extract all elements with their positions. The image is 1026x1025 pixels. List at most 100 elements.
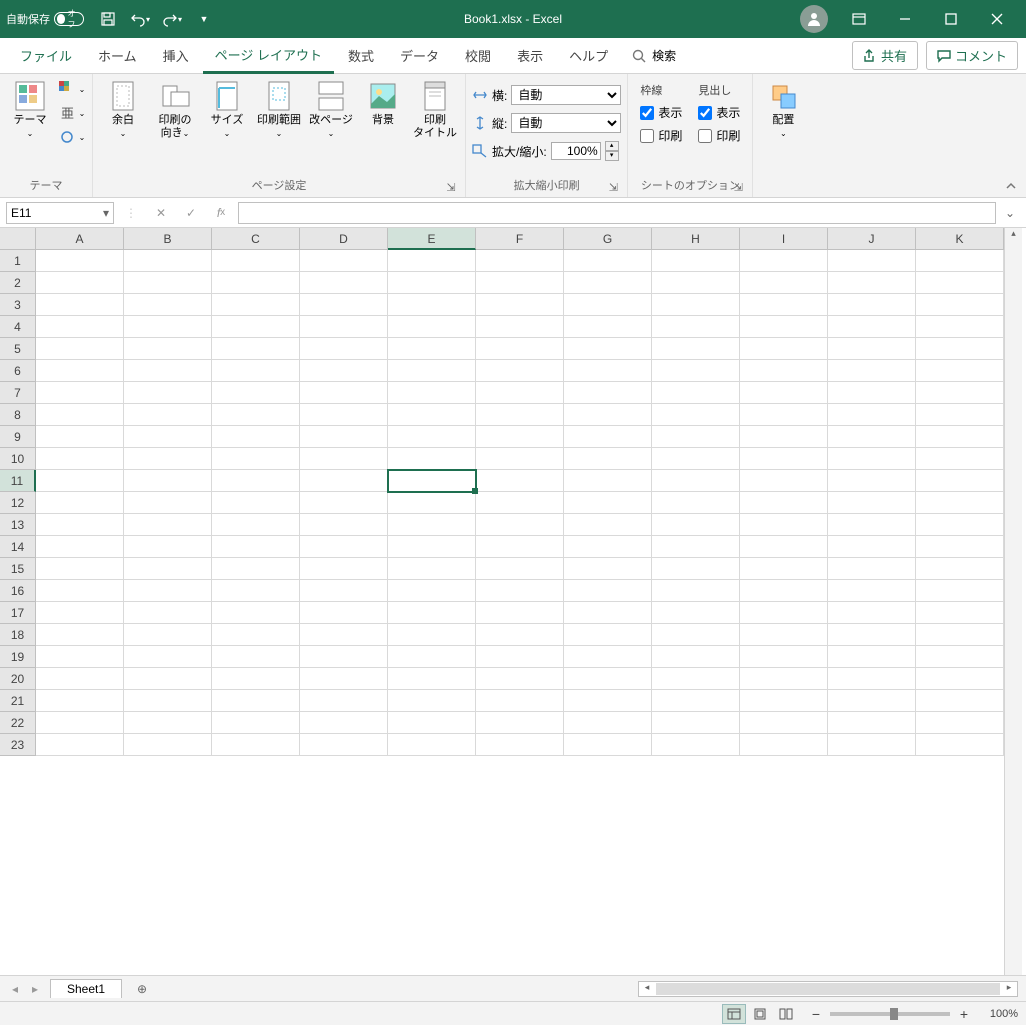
scale-input[interactable] — [551, 142, 601, 160]
cell[interactable] — [36, 250, 124, 272]
cell[interactable] — [476, 338, 564, 360]
cell[interactable] — [212, 404, 300, 426]
cell[interactable] — [212, 338, 300, 360]
cell[interactable] — [916, 382, 1004, 404]
cell[interactable] — [124, 690, 212, 712]
cell[interactable] — [740, 404, 828, 426]
gridlines-print-checkbox[interactable]: 印刷 — [640, 127, 682, 144]
cell[interactable] — [36, 382, 124, 404]
cell[interactable] — [212, 470, 300, 492]
cell[interactable] — [564, 602, 652, 624]
cell[interactable] — [828, 602, 916, 624]
cell[interactable] — [740, 514, 828, 536]
cell[interactable] — [124, 272, 212, 294]
cell[interactable] — [388, 690, 476, 712]
cell[interactable] — [916, 734, 1004, 756]
cell[interactable] — [388, 448, 476, 470]
cell[interactable] — [212, 602, 300, 624]
cell[interactable] — [300, 712, 388, 734]
cell[interactable] — [388, 338, 476, 360]
cell[interactable] — [652, 536, 740, 558]
row-header[interactable]: 2 — [0, 272, 36, 294]
cell[interactable] — [564, 448, 652, 470]
tab-formulas[interactable]: 数式 — [336, 38, 386, 74]
cell[interactable] — [476, 272, 564, 294]
breaks-button[interactable]: 改ページ⌄ — [307, 78, 355, 142]
cell[interactable] — [388, 272, 476, 294]
cell[interactable] — [564, 712, 652, 734]
cell[interactable] — [564, 668, 652, 690]
hscroll-right[interactable]: ▸ — [1001, 982, 1017, 996]
cell[interactable] — [828, 338, 916, 360]
cell[interactable] — [476, 382, 564, 404]
maximize-button[interactable] — [928, 0, 974, 38]
normal-view-button[interactable] — [722, 1004, 746, 1024]
cell[interactable] — [388, 668, 476, 690]
cell[interactable] — [740, 470, 828, 492]
width-select[interactable]: 自動 — [511, 85, 621, 105]
column-header[interactable]: D — [300, 228, 388, 250]
cell[interactable] — [388, 404, 476, 426]
row-header[interactable]: 5 — [0, 338, 36, 360]
scale-up[interactable]: ▴ — [605, 141, 619, 151]
cell[interactable] — [740, 448, 828, 470]
cell[interactable] — [916, 624, 1004, 646]
close-button[interactable] — [974, 0, 1020, 38]
cell[interactable] — [740, 536, 828, 558]
cell[interactable] — [652, 448, 740, 470]
cell[interactable] — [652, 404, 740, 426]
cell[interactable] — [36, 646, 124, 668]
cell[interactable] — [300, 734, 388, 756]
cell[interactable] — [388, 712, 476, 734]
tab-view[interactable]: 表示 — [505, 38, 555, 74]
tab-home[interactable]: ホーム — [86, 38, 149, 74]
row-header[interactable]: 19 — [0, 646, 36, 668]
sheet-nav-prev[interactable]: ◂ — [6, 982, 24, 996]
cell[interactable] — [564, 558, 652, 580]
cell[interactable] — [916, 470, 1004, 492]
zoom-out-button[interactable]: − — [808, 1006, 824, 1022]
cell[interactable] — [300, 316, 388, 338]
column-header[interactable]: J — [828, 228, 916, 250]
cell[interactable] — [124, 382, 212, 404]
cell[interactable] — [828, 382, 916, 404]
cell[interactable] — [740, 602, 828, 624]
cell[interactable] — [388, 382, 476, 404]
cell[interactable] — [740, 338, 828, 360]
cell[interactable] — [828, 536, 916, 558]
cell[interactable] — [916, 668, 1004, 690]
page-layout-view-button[interactable] — [748, 1004, 772, 1024]
cell[interactable] — [828, 272, 916, 294]
cell[interactable] — [300, 624, 388, 646]
cell[interactable] — [740, 360, 828, 382]
cell[interactable] — [212, 316, 300, 338]
cell[interactable] — [916, 536, 1004, 558]
cell[interactable] — [36, 360, 124, 382]
cell[interactable] — [564, 382, 652, 404]
cell[interactable] — [916, 492, 1004, 514]
cell[interactable] — [476, 558, 564, 580]
cell[interactable] — [124, 250, 212, 272]
cell[interactable] — [564, 624, 652, 646]
column-header[interactable]: I — [740, 228, 828, 250]
row-header[interactable]: 11 — [0, 470, 36, 492]
theme-fonts-button[interactable]: 亜⌄ — [58, 102, 86, 124]
cell[interactable] — [740, 294, 828, 316]
cell[interactable] — [388, 360, 476, 382]
cell[interactable] — [212, 514, 300, 536]
row-header[interactable]: 10 — [0, 448, 36, 470]
cell[interactable] — [388, 426, 476, 448]
cell[interactable] — [212, 492, 300, 514]
cell[interactable] — [652, 646, 740, 668]
cell[interactable] — [740, 250, 828, 272]
cell[interactable] — [388, 514, 476, 536]
cell[interactable] — [124, 492, 212, 514]
horizontal-scrollbar[interactable]: ◂ ▸ — [638, 981, 1018, 997]
cell[interactable] — [828, 250, 916, 272]
cell[interactable] — [476, 712, 564, 734]
cell[interactable] — [476, 316, 564, 338]
cell[interactable] — [828, 514, 916, 536]
cell[interactable] — [124, 580, 212, 602]
cell[interactable] — [652, 426, 740, 448]
cell[interactable] — [652, 316, 740, 338]
